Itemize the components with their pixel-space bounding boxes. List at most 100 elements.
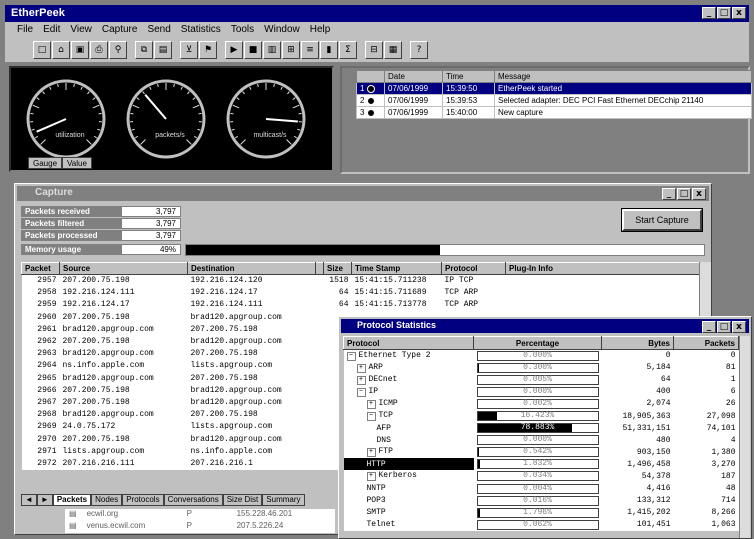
log-row[interactable]: 2 07/06/1999 15:39:53 Selected adapter: DE… xyxy=(356,94,752,107)
open-button[interactable]: ⌂ xyxy=(52,41,70,59)
protocol-row[interactable]: SMTP 1.796% 1,415,202 8,266 xyxy=(343,506,739,519)
paste-button[interactable]: ▤ xyxy=(154,41,172,59)
protocol-row[interactable]: NNTP 0.004% 4,416 48 xyxy=(343,482,739,495)
prot-col-percentage[interactable]: Percentage xyxy=(473,336,602,350)
menu-file[interactable]: File xyxy=(17,24,33,36)
protstats-close-button[interactable]: x xyxy=(732,321,746,333)
expand-icon[interactable]: + xyxy=(356,363,366,373)
protocol-row[interactable]: − IP 0.000% 400 6 xyxy=(343,385,739,398)
pkt-col-size[interactable]: Size xyxy=(323,262,352,275)
log-col-time[interactable]: Time xyxy=(442,70,495,83)
collapse-icon[interactable]: − xyxy=(366,412,376,422)
protocol-row[interactable]: POP3 0.016% 133,312 714 xyxy=(343,494,739,507)
tab-protocols[interactable]: Protocols xyxy=(122,494,164,506)
close-button[interactable]: x xyxy=(732,7,746,19)
tab-nodes[interactable]: Nodes xyxy=(91,494,123,506)
capture-maximize-button[interactable]: □ xyxy=(677,188,691,200)
log-col-date[interactable]: Date xyxy=(384,70,443,83)
pkt-col-flag[interactable] xyxy=(315,262,324,275)
stats-button[interactable]: ▥ xyxy=(263,41,281,59)
tab-value[interactable]: Value xyxy=(62,157,92,169)
tab-scroll-left-icon[interactable]: ◄ xyxy=(21,494,37,506)
find-button[interactable]: ⚲ xyxy=(109,41,127,59)
start-capture-button[interactable]: Start Capture xyxy=(621,208,703,232)
log-row[interactable]: 1 07/06/1999 15:39:50 EtherPeek started xyxy=(356,82,752,95)
stop-button[interactable]: ■ xyxy=(244,41,262,59)
expand-icon[interactable]: + xyxy=(356,375,366,385)
new-button[interactable]: □ xyxy=(33,41,51,59)
protocols-button[interactable]: ≡ xyxy=(301,41,319,59)
menu-capture[interactable]: Capture xyxy=(102,24,138,36)
protocol-row[interactable]: + ICMP 0.002% 2,074 26 xyxy=(343,397,739,410)
table-row[interactable]: 2957 207.200.75.198 192.216.124.120 1518 15:… xyxy=(21,274,701,287)
pkt-col-packet[interactable]: Packet xyxy=(21,262,60,275)
capture-close-button[interactable]: x xyxy=(692,188,706,200)
menu-window[interactable]: Window xyxy=(264,24,300,36)
table-row[interactable]: 2959 192.216.124.17 192.216.124.111 64 15:41… xyxy=(21,298,701,312)
tab-size-dist[interactable]: Size Dist xyxy=(222,494,263,506)
pkt-col-source[interactable]: Source xyxy=(59,262,188,275)
protocol-name-cell: + ICMP xyxy=(343,397,474,410)
minimize-button[interactable]: _ xyxy=(702,7,716,19)
protocol-row[interactable]: − Ethernet Type 2 0.000% 0 0 xyxy=(343,349,739,362)
protocol-row[interactable]: DNS 0.000% 480 4 xyxy=(343,434,739,447)
menu-help[interactable]: Help xyxy=(310,24,331,36)
protocol-row[interactable]: Telnet 0.062% 101,451 1,063 xyxy=(343,518,739,531)
prot-col-protocol[interactable]: Protocol xyxy=(343,336,474,350)
print-button[interactable]: ⎙ xyxy=(90,41,108,59)
open-icon: ⌂ xyxy=(58,45,64,55)
pkt-col-time-stamp[interactable]: Time Stamp xyxy=(351,262,442,275)
save-button[interactable]: ▣ xyxy=(71,41,89,59)
log-col-id[interactable] xyxy=(356,70,385,83)
table-row[interactable]: 2958 192.216.124.111 192.216.124.17 64 15:41… xyxy=(21,286,701,299)
collapse-icon[interactable]: − xyxy=(356,387,366,397)
pkt-col-protocol[interactable]: Protocol xyxy=(441,262,506,275)
protocol-row[interactable]: − TCP 16.423% 18,905,363 27,098 xyxy=(343,409,739,423)
tab-gauge[interactable]: Gauge xyxy=(28,157,63,169)
protocol-row[interactable]: + FTP 0.542% 903,150 1,380 xyxy=(343,446,739,459)
packet-button[interactable]: ▦ xyxy=(384,41,402,59)
tab-conversations[interactable]: Conversations xyxy=(163,494,223,506)
summary-button[interactable]: Σ xyxy=(339,41,357,59)
tab-scroll-right-icon[interactable]: ► xyxy=(36,494,53,506)
filter-button[interactable]: ⊻ xyxy=(180,41,198,59)
capture-minimize-button[interactable]: _ xyxy=(662,188,676,200)
prot-col-packets[interactable]: Packets xyxy=(673,336,739,350)
tab-summary[interactable]: Summary xyxy=(262,494,305,506)
protocol-row[interactable]: + ARP 0.300% 5,184 81 xyxy=(343,361,739,374)
prot-col-bytes[interactable]: Bytes xyxy=(601,336,674,350)
trigger-button[interactable]: ⚑ xyxy=(199,41,217,59)
maximize-button[interactable]: □ xyxy=(717,7,731,19)
pkt-col-destination[interactable]: Destination xyxy=(187,262,316,275)
copy-button[interactable]: ⧉ xyxy=(135,41,153,59)
nodes-button[interactable]: ⊞ xyxy=(282,41,300,59)
menu-view[interactable]: View xyxy=(70,24,92,36)
log-col-message[interactable]: Message xyxy=(494,70,752,83)
protocol-name: HTTP xyxy=(366,459,386,469)
decode-button[interactable]: ⊟ xyxy=(365,41,383,59)
protstats-maximize-button[interactable]: □ xyxy=(717,321,731,333)
protocol-scrollbar[interactable] xyxy=(739,336,750,538)
list-item[interactable]: ▤ venus.ecwil.com P 207.5.226.24 xyxy=(65,521,335,533)
protocol-row[interactable]: + DECnet 0.005% 64 1 xyxy=(343,373,739,386)
expand-icon[interactable]: + xyxy=(366,472,376,482)
menu-edit[interactable]: Edit xyxy=(43,24,60,36)
start-button[interactable]: ▶ xyxy=(225,41,243,59)
protocol-row[interactable]: AFP 78.883% 51,331,151 74,101 xyxy=(343,422,739,435)
expand-icon[interactable]: + xyxy=(366,448,376,458)
expand-icon[interactable]: + xyxy=(366,399,376,409)
pkt-col-plug-in-info[interactable]: Plug-In Info xyxy=(505,262,701,275)
pkt-cell xyxy=(315,274,324,287)
protocol-row[interactable]: + Kerberos 0.034% 54,378 187 xyxy=(343,470,739,483)
protstats-minimize-button[interactable]: _ xyxy=(702,321,716,333)
collapse-icon[interactable]: − xyxy=(346,351,356,361)
help-button[interactable]: ? xyxy=(410,41,428,59)
protocol-row[interactable]: HTTP 1.832% 1,496,458 3,270 xyxy=(343,458,739,471)
tab-packets[interactable]: Packets xyxy=(52,494,92,506)
log-row[interactable]: 3 07/06/1999 15:40:00 New capture xyxy=(356,106,752,119)
list-item[interactable]: ▤ ecwil.org P 155.228.46.201 xyxy=(65,509,335,521)
menu-send[interactable]: Send xyxy=(147,24,170,36)
sizes-button[interactable]: ▮ xyxy=(320,41,338,59)
menu-tools[interactable]: Tools xyxy=(231,24,254,36)
menu-statistics[interactable]: Statistics xyxy=(181,24,221,36)
